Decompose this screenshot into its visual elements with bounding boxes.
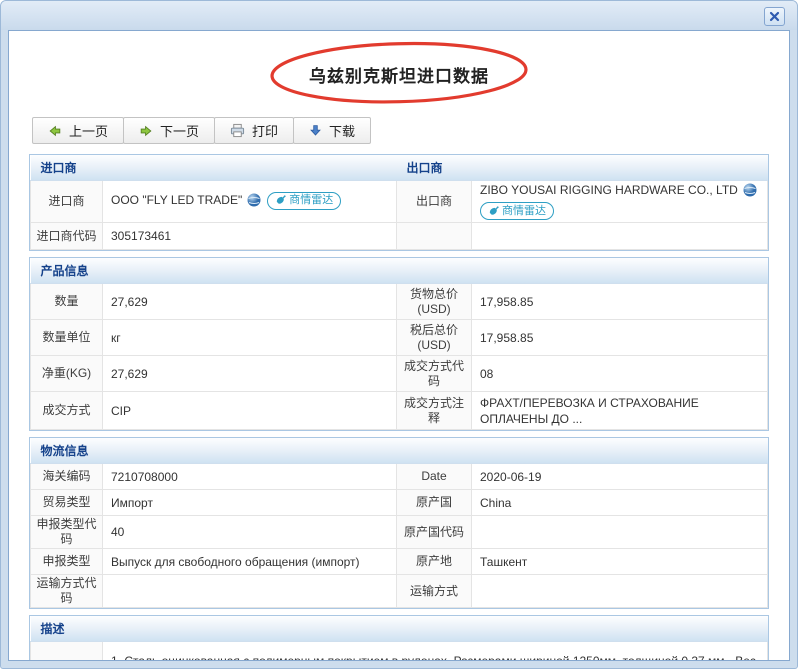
satellite-dish-icon bbox=[275, 195, 286, 206]
label-empty bbox=[397, 223, 472, 250]
value-incoterm-code: 08 bbox=[472, 356, 768, 392]
next-arrow-icon bbox=[139, 124, 153, 138]
business-radar-label: 商情雷达 bbox=[502, 204, 546, 219]
label-incoterm: 成交方式 bbox=[31, 392, 103, 430]
value-origin-place: Ташкент bbox=[472, 549, 768, 575]
label-importer-code: 进口商代码 bbox=[31, 223, 103, 250]
table-row: 成交方式 CIP 成交方式注释 ФРАХТ/ПЕРЕВОЗКА И СТРАХО… bbox=[31, 392, 768, 430]
close-icon bbox=[769, 11, 780, 22]
value-transport-code bbox=[103, 575, 397, 608]
label-declaration-type: 申报类型 bbox=[31, 549, 103, 575]
label-importer: 进口商 bbox=[31, 181, 103, 223]
toolbar: 上一页 下一页 打印 下载 bbox=[32, 117, 789, 144]
value-net-weight: 27,629 bbox=[103, 356, 397, 392]
label-trade-type: 贸易类型 bbox=[31, 490, 103, 516]
label-hs-code: 海关编码 bbox=[31, 464, 103, 490]
value-after-tax-usd: 17,958.85 bbox=[472, 320, 768, 356]
label-transport: 运输方式 bbox=[397, 575, 472, 608]
value-incoterm-note: ФРАХТ/ПЕРЕВОЗКА И СТРАХОВАНИЕ ОПЛАЧЕНЫ Д… bbox=[472, 392, 768, 430]
value-origin-country-code bbox=[472, 516, 768, 549]
globe-icon[interactable] bbox=[743, 183, 757, 201]
label-product-description: 产品描述 bbox=[31, 642, 103, 661]
section-parties: 进口商 出口商 进口商 OOO "FLY LED TRADE" 商情雷达 出口商 … bbox=[29, 154, 769, 251]
section-logistics-info: 物流信息 海关编码 7210708000 Date 2020-06-19 贸易类… bbox=[29, 437, 769, 609]
printer-icon bbox=[230, 123, 245, 138]
label-declaration-code: 申报类型代码 bbox=[31, 516, 103, 549]
globe-icon[interactable] bbox=[247, 193, 261, 211]
business-radar-badge[interactable]: 商情雷达 bbox=[480, 202, 554, 220]
section-description: 描述 产品描述 1. Сталь оцинкованная с полимерн… bbox=[29, 615, 769, 661]
label-transport-code: 运输方式代码 bbox=[31, 575, 103, 608]
next-page-label: 下一页 bbox=[160, 121, 199, 140]
value-importer-name-cell: OOO "FLY LED TRADE" 商情雷达 bbox=[103, 181, 397, 223]
dialog-window: 乌兹别克斯坦进口数据 上一页 下一页 打印 bbox=[0, 0, 798, 669]
table-row: 申报类型 Выпуск для свободного обращения (им… bbox=[31, 549, 768, 575]
page-title: 乌兹别克斯坦进口数据 bbox=[309, 62, 489, 87]
label-origin-place: 原产地 bbox=[397, 549, 472, 575]
table-row: 进口商代码 305173461 bbox=[31, 223, 768, 250]
value-hs-code: 7210708000 bbox=[103, 464, 397, 490]
value-declaration-type: Выпуск для свободного обращения (импорт) bbox=[103, 549, 397, 575]
value-quantity: 27,629 bbox=[103, 284, 397, 320]
label-date: Date bbox=[397, 464, 472, 490]
table-row: 数量单位 кг 税后总价(USD) 17,958.85 bbox=[31, 320, 768, 356]
table-row: 净重(KG) 27,629 成交方式代码 08 bbox=[31, 356, 768, 392]
section-product-info: 产品信息 数量 27,629 货物总价(USD) 17,958.85 数量单位 … bbox=[29, 257, 769, 431]
print-button[interactable]: 打印 bbox=[214, 117, 294, 144]
close-button[interactable] bbox=[764, 7, 785, 26]
label-net-weight: 净重(KG) bbox=[31, 356, 103, 392]
business-radar-label: 商情雷达 bbox=[289, 193, 333, 208]
prev-arrow-icon bbox=[48, 124, 62, 138]
section-header-product: 产品信息 bbox=[31, 258, 768, 284]
label-quantity: 数量 bbox=[31, 284, 103, 320]
section-header-exporter: 出口商 bbox=[397, 155, 768, 181]
section-header-description: 描述 bbox=[31, 616, 768, 642]
label-total-value-usd: 货物总价(USD) bbox=[397, 284, 472, 320]
value-empty bbox=[472, 223, 768, 250]
next-page-button[interactable]: 下一页 bbox=[123, 117, 215, 144]
label-incoterm-code: 成交方式代码 bbox=[397, 356, 472, 392]
section-header-importer: 进口商 bbox=[31, 155, 397, 181]
value-quantity-unit: кг bbox=[103, 320, 397, 356]
business-radar-badge[interactable]: 商情雷达 bbox=[267, 192, 341, 210]
value-importer-code: 305173461 bbox=[103, 223, 397, 250]
value-product-description: 1. Сталь оцинкованная с полимерным покры… bbox=[103, 642, 768, 661]
value-transport bbox=[472, 575, 768, 608]
table-row: 运输方式代码 运输方式 bbox=[31, 575, 768, 608]
prev-page-label: 上一页 bbox=[69, 121, 108, 140]
label-incoterm-note: 成交方式注释 bbox=[397, 392, 472, 430]
label-exporter: 出口商 bbox=[397, 181, 472, 223]
value-exporter-name-cell: ZIBO YOUSAI RIGGING HARDWARE CO., LTD 商情… bbox=[472, 181, 768, 223]
table-row: 贸易类型 Импорт 原产国 China bbox=[31, 490, 768, 516]
title-area: 乌兹别克斯坦进口数据 bbox=[9, 31, 789, 117]
importer-name: OOO "FLY LED TRADE" bbox=[111, 193, 242, 207]
table-row: 申报类型代码 40 原产国代码 bbox=[31, 516, 768, 549]
section-header-logistics: 物流信息 bbox=[31, 438, 768, 464]
value-trade-type: Импорт bbox=[103, 490, 397, 516]
table-row: 产品描述 1. Сталь оцинкованная с полимерным … bbox=[31, 642, 768, 661]
value-declaration-code: 40 bbox=[103, 516, 397, 549]
satellite-dish-icon bbox=[488, 206, 499, 217]
table-row: 进口商 OOO "FLY LED TRADE" 商情雷达 出口商 ZIBO YOU… bbox=[31, 181, 768, 223]
prev-page-button[interactable]: 上一页 bbox=[32, 117, 124, 144]
table-row: 海关编码 7210708000 Date 2020-06-19 bbox=[31, 464, 768, 490]
value-total-value-usd: 17,958.85 bbox=[472, 284, 768, 320]
dialog-content: 乌兹别克斯坦进口数据 上一页 下一页 打印 bbox=[8, 30, 790, 661]
label-after-tax-usd: 税后总价(USD) bbox=[397, 320, 472, 356]
label-origin-country-code: 原产国代码 bbox=[397, 516, 472, 549]
download-button[interactable]: 下载 bbox=[293, 117, 371, 144]
value-incoterm: CIP bbox=[103, 392, 397, 430]
value-origin-country: China bbox=[472, 490, 768, 516]
dialog-titlebar bbox=[1, 1, 797, 30]
print-label: 打印 bbox=[252, 121, 278, 140]
value-date: 2020-06-19 bbox=[472, 464, 768, 490]
table-row: 数量 27,629 货物总价(USD) 17,958.85 bbox=[31, 284, 768, 320]
download-arrow-icon bbox=[309, 124, 322, 137]
download-label: 下载 bbox=[329, 121, 355, 140]
label-origin-country: 原产国 bbox=[397, 490, 472, 516]
exporter-name: ZIBO YOUSAI RIGGING HARDWARE CO., LTD bbox=[480, 183, 738, 197]
label-quantity-unit: 数量单位 bbox=[31, 320, 103, 356]
